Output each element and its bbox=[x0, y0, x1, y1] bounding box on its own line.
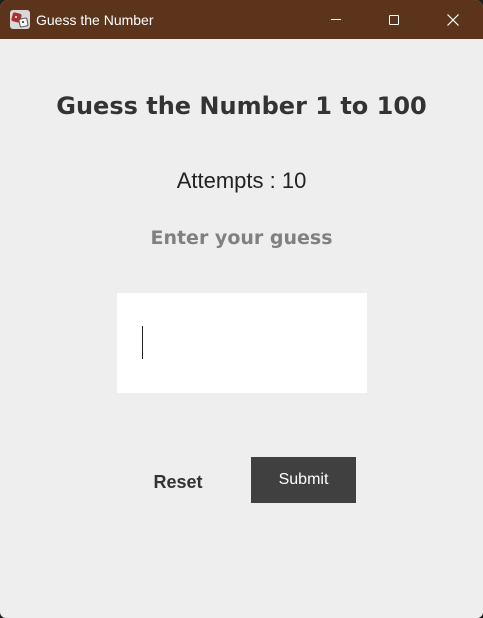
close-icon bbox=[447, 13, 459, 26]
maximize-button[interactable] bbox=[365, 0, 423, 39]
app-window: Guess the Number Guess the Number 1 to 1… bbox=[0, 0, 483, 618]
title-bar[interactable]: Guess the Number bbox=[0, 0, 483, 39]
dice-icon bbox=[10, 10, 30, 29]
guess-input[interactable] bbox=[117, 293, 367, 393]
text-caret bbox=[142, 326, 143, 359]
submit-button[interactable]: Submit bbox=[251, 457, 356, 503]
guess-prompt: Enter your guess bbox=[150, 227, 333, 249]
maximize-icon bbox=[389, 14, 399, 25]
window-title: Guess the Number bbox=[36, 12, 154, 28]
game-heading: Guess the Number 1 to 100 bbox=[56, 92, 427, 120]
close-button[interactable] bbox=[424, 0, 482, 39]
minimize-icon bbox=[331, 19, 341, 20]
attempts-label: Attempts : 10 bbox=[176, 168, 307, 193]
minimize-button[interactable] bbox=[307, 0, 365, 39]
reset-button[interactable]: Reset bbox=[140, 465, 216, 499]
